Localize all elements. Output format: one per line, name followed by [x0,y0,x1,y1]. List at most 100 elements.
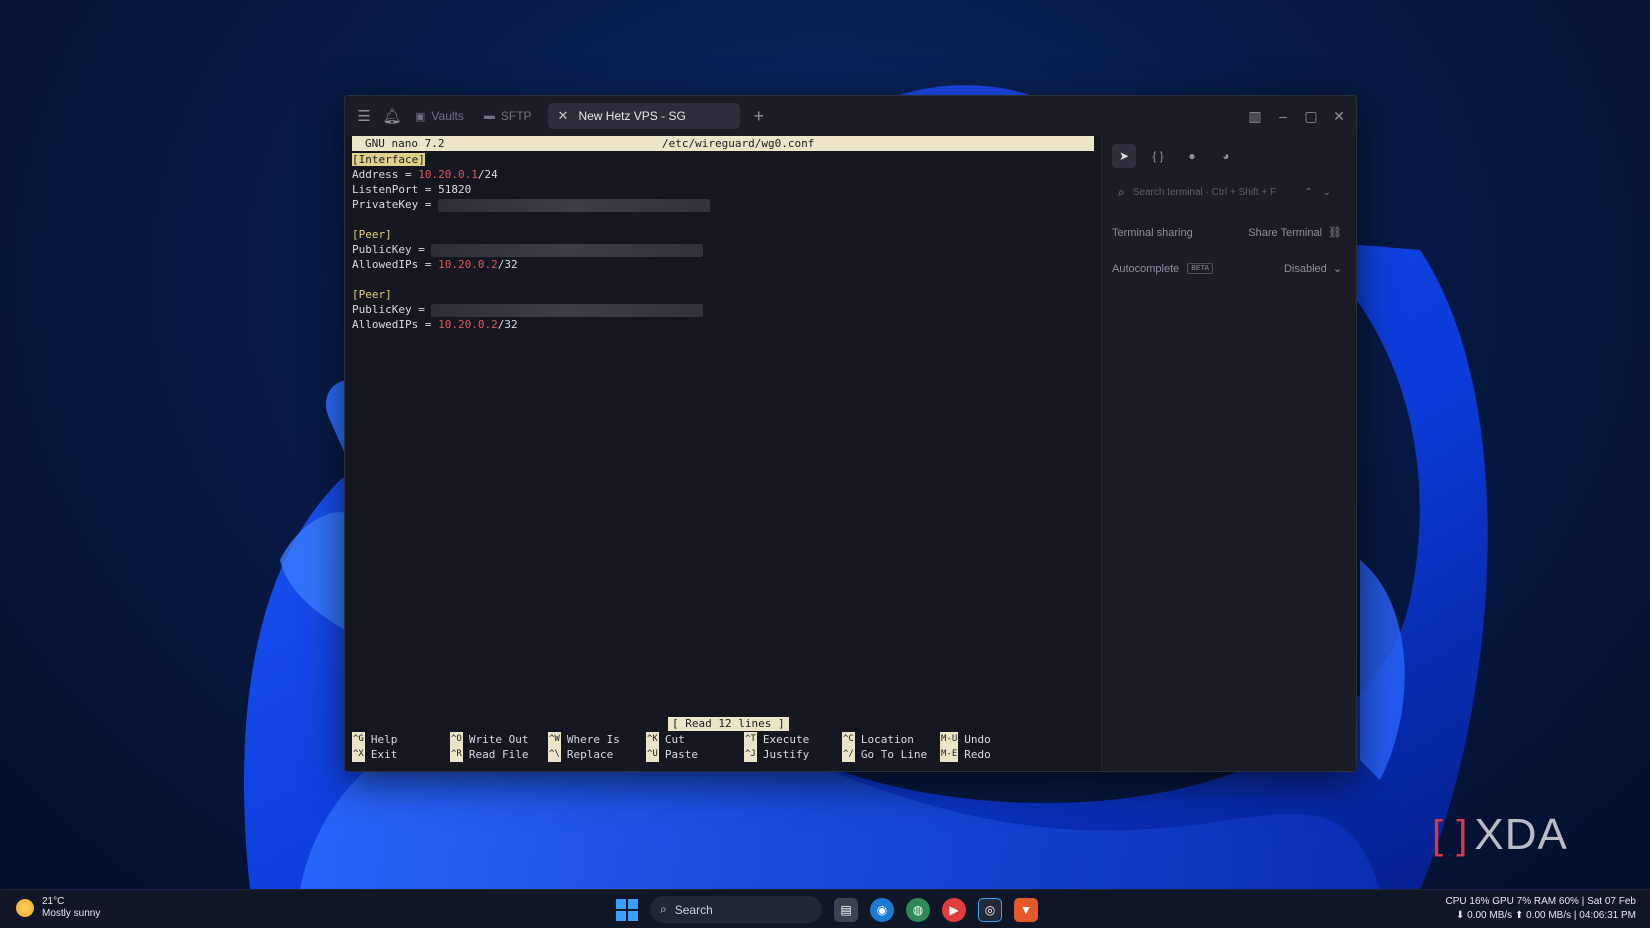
shortcut-key: ^J [744,747,757,762]
side-panel: ➤ { } ● ◕ ⌕ Search terminal · Ctrl + Shi… [1101,136,1356,771]
tab-vaults-label: Vaults [431,109,464,123]
config-text: ListenPort = 51820 [352,183,472,196]
bell-icon[interactable]: 🔔︎ [379,103,405,129]
xda-watermark: [ ] XDA [1432,810,1568,860]
shortcut-label: Execute [762,733,810,746]
tab-active-session[interactable]: ✕ New Hetz VPS - SG [547,103,740,129]
tab-vaults[interactable]: ▣ Vaults [405,103,474,129]
file-line: AllowedIPs = 10.20.0.2/32 [352,257,710,272]
autocomplete-value: Disabled [1283,262,1327,275]
system-tray[interactable]: CPU 16% GPU 7% RAM 60% | Sat 07 Feb ⬇ 0.… [1446,895,1636,923]
file-line: AllowedIPs = 10.20.0.2/32 [352,317,710,332]
taskbar-search[interactable]: ⌕ Search [650,896,822,923]
chevron-up-icon[interactable]: ⌃ [1304,187,1312,198]
shortcut-label: Help [370,733,398,746]
panel-toolbar: ➤ { } ● ◕ [1112,144,1238,168]
ip-address: 10.20.0.2 [438,318,498,331]
shortcut-label: Justify [762,748,810,761]
shortcut-key: ^T [744,732,757,747]
shortcut-item: ^X Exit [352,747,397,762]
shortcut-label: Write Out [468,733,529,746]
config-section: [Peer] [352,228,392,241]
sun-icon [16,899,34,917]
shortcut-key: ^R [450,747,463,762]
rocket-icon[interactable]: ➤ [1112,144,1136,168]
taskbar-search-label: Search [674,902,713,917]
file-explorer-icon[interactable]: ▤ [834,897,858,922]
config-section: [Interface] [352,153,425,166]
config-section: [Peer] [352,288,392,301]
shortcut-item: ^U Paste [646,747,698,762]
terminal-search[interactable]: ⌕ Search terminal · Ctrl + Shift + F ⌃ ⌄ [1112,181,1337,203]
beta-badge: BETA [1187,263,1214,274]
shortcut-key: ^U [646,747,659,762]
shortcut-item: ^/ Go To Line [842,747,927,762]
config-key: PrivateKey = [352,198,439,211]
taskbar-apps: ⌕ Search ▤ ◉ ◍ ▶ ◎ ▼ [616,896,1038,923]
palette-icon[interactable]: ◕ [1214,144,1238,168]
shortcut-label: Location [860,733,914,746]
file-line: PublicKey = [352,242,710,257]
close-button[interactable]: ✕ [1330,108,1348,125]
config-key: PublicKey = [352,303,432,316]
search-icon: ⌕ [1118,184,1125,199]
brave-icon[interactable]: ▼ [1014,897,1038,922]
menu-icon[interactable]: ☰ [351,103,377,129]
tab-sftp-label: SFTP [500,109,532,123]
shortcut-label: Undo [964,733,991,746]
nano-shortcuts: ^G Help ^X Exit ^O Write Out ^R Read File ^W Wher… [352,732,1094,762]
ip-address: 10.20.0.1 [418,168,478,181]
chevron-down-icon[interactable]: ⌄ [1323,187,1331,198]
shortcut-item: ^O Write Out [450,732,528,747]
redacted-key [431,243,704,257]
shortcut-label: Read File [468,748,529,761]
config-text: /32 [497,318,518,331]
maximize-button[interactable]: ▢ [1302,108,1320,125]
redacted-key [431,303,704,317]
share-terminal-label: Share Terminal [1248,226,1323,239]
share-terminal-button[interactable]: Share Terminal ⛓ [1248,226,1342,240]
history-icon[interactable]: ● [1180,144,1204,168]
shortcut-item: ^J Justify [744,747,809,762]
shortcut-item: ^W Where Is [548,732,620,747]
window-controls: ▥ – ▢ ✕ [1246,96,1348,136]
shortcut-label: Go To Line [860,748,928,761]
file-line [352,212,710,227]
xda-logo-icon: [ ] [1432,812,1469,857]
tab-sftp[interactable]: ▬ SFTP [474,103,542,129]
shortcut-key: M-U [940,732,959,747]
config-text: AllowedIPs = [352,258,439,271]
weather-desc: Mostly sunny [42,908,101,919]
shortcut-item: ^K Cut [646,732,685,747]
shortcut-key: ^G [352,732,365,747]
braces-icon[interactable]: { } [1146,144,1170,168]
chrome-icon[interactable]: ◍ [906,897,930,922]
ip-address: 10.20.0.2 [438,258,498,271]
media-icon[interactable]: ▶ [942,897,966,922]
chevron-down-icon: ⌄ [1332,263,1342,275]
start-button[interactable] [616,898,638,921]
file-line: PublicKey = [352,302,710,317]
shortcut-key: ^O [450,732,463,747]
taskbar: 21°C Mostly sunny ⌕ Search ▤ ◉ ◍ ▶ ◎ ▼ C… [0,889,1650,928]
terminal-area[interactable]: GNU nano 7.2 /etc/wireguard/wg0.conf [In… [352,136,1094,766]
link-icon: ⛓ [1328,227,1342,239]
shortcut-key: ^C [842,732,855,747]
shortcut-item: M-U Undo [940,732,991,747]
terminal-search-placeholder: Search terminal · Ctrl + Shift + F [1132,186,1277,198]
terminal-app-icon[interactable]: ◎ [978,897,1002,922]
autocomplete-row: Autocomplete BETA Disabled ⌄ [1112,262,1342,276]
new-tab-button[interactable]: + [754,106,765,127]
side-panel-toggle-icon[interactable]: ▥ [1246,108,1264,125]
title-bar: ☰ 🔔︎ ▣ Vaults ▬ SFTP ✕ New Hetz VPS - SG… [345,96,1356,136]
file-line: Address = 10.20.0.1/24 [352,167,710,182]
config-text: Address = [352,168,419,181]
close-tab-icon[interactable]: ✕ [558,108,569,124]
minimize-button[interactable]: – [1274,108,1292,124]
autocomplete-select[interactable]: Disabled ⌄ [1283,262,1342,276]
weather-widget[interactable]: 21°C Mostly sunny [16,896,100,920]
shortcut-label: Cut [664,733,685,746]
autocomplete-label: Autocomplete [1112,262,1180,275]
vault-icon: ▣ [415,110,426,123]
browser-icon[interactable]: ◉ [870,897,894,922]
